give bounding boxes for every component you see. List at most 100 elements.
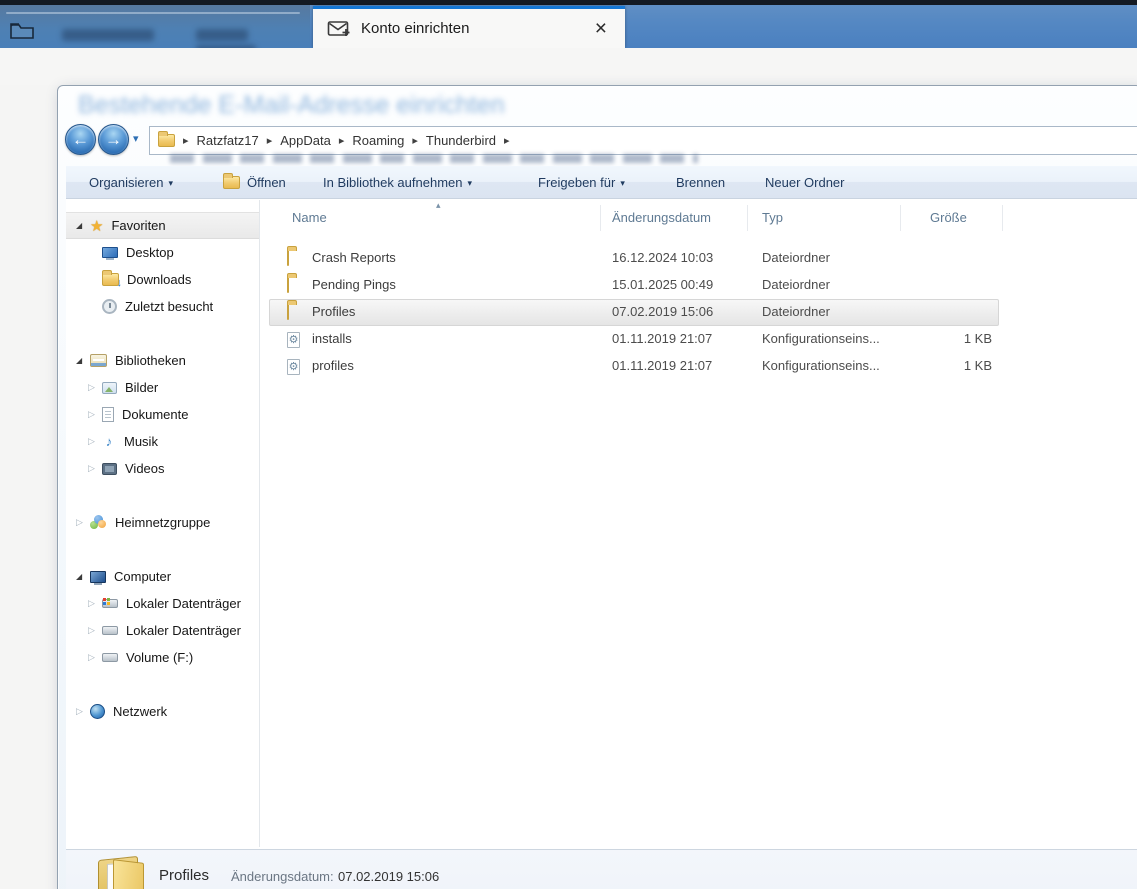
back-button[interactable]: ← [65, 124, 96, 155]
breadcrumb-separator-icon: ▸ [412, 135, 418, 147]
column-header-type[interactable]: Typ [762, 210, 783, 225]
sort-caret-icon: ▴ [436, 200, 441, 210]
file-row-crash-reports[interactable]: Crash Reports 16.12.2024 10:03 Dateiordn… [261, 245, 1137, 272]
breadcrumb-segment[interactable]: Roaming [352, 133, 404, 148]
column-header-date[interactable]: Änderungsdatum [612, 210, 711, 225]
explorer-window: Bestehende E-Mail-Adresse einrichten ← →… [57, 85, 1137, 889]
sidebar-item-favoriten[interactable]: ◢ ★ Favoriten [66, 212, 259, 239]
breadcrumb-separator-icon: ▸ [504, 135, 510, 147]
expander-icon[interactable]: ◢ [76, 356, 90, 365]
forward-button[interactable]: → [98, 124, 129, 155]
organize-button[interactable]: Organisieren ▾ [89, 166, 173, 198]
tab-konto-einrichten[interactable]: Konto einrichten × [313, 6, 625, 48]
sidebar-item-dokumente[interactable]: ▷ Dokumente [66, 401, 259, 428]
downloads-folder-icon: ↓ [102, 270, 122, 289]
folder-icon [287, 249, 289, 266]
recent-places-icon [102, 299, 117, 314]
file-row-profiles-ini[interactable]: ⚙ profiles 01.11.2019 21:07 Konfiguratio… [261, 353, 1137, 380]
close-icon[interactable]: × [587, 18, 615, 39]
libraries-icon [90, 354, 107, 367]
mail-plus-icon [327, 20, 350, 36]
sidebar-item-zuletzt-besucht[interactable]: Zuletzt besucht [66, 293, 259, 320]
file-row-pending-pings[interactable]: Pending Pings 15.01.2025 00:49 Dateiordn… [261, 272, 1137, 299]
sidebar-item-volume-f[interactable]: ▷ Volume (F:) [66, 644, 259, 671]
sidebar-item-computer[interactable]: ◢ Computer [66, 563, 259, 590]
file-list: ▴ Name Änderungsdatum Typ Größe Crash Re… [261, 200, 1137, 847]
expander-icon[interactable]: ▷ [88, 652, 102, 663]
include-in-library-button[interactable]: In Bibliothek aufnehmen ▾ [323, 166, 472, 198]
folder-outline-icon [10, 23, 34, 39]
dropdown-caret-icon: ▾ [168, 177, 173, 188]
new-folder-button[interactable]: Neuer Ordner [765, 166, 844, 198]
explorer-content: Organisieren ▾ Öffnen In Bibliothek aufn… [66, 166, 1137, 889]
burn-button[interactable]: Brennen [676, 166, 725, 198]
expander-icon[interactable]: ◢ [76, 572, 90, 581]
sidebar-item-videos[interactable]: ▷ Videos [66, 455, 259, 482]
sidebar-item-lokaler-datentraeger-d[interactable]: ▷ Lokaler Datenträger [66, 617, 259, 644]
expander-icon[interactable]: ▷ [88, 436, 102, 447]
videos-library-icon [102, 462, 117, 475]
glass-bleed-heading: Bestehende E-Mail-Adresse einrichten [78, 91, 505, 119]
navigation-pane: ◢ ★ Favoriten Desktop ↓ Downloads Zuletz… [66, 200, 260, 847]
expander-icon[interactable]: ▷ [88, 598, 102, 609]
network-icon [90, 704, 105, 719]
breadcrumb-segment[interactable]: AppData [280, 133, 331, 148]
breadcrumb-segment[interactable]: Thunderbird [426, 133, 496, 148]
open-button[interactable]: Öffnen [223, 166, 286, 198]
expander-icon[interactable]: ▷ [76, 706, 90, 717]
breadcrumb-segment[interactable]: Ratzfatz17 [197, 133, 259, 148]
expander-icon[interactable]: ▷ [88, 463, 102, 474]
sidebar-item-bilder[interactable]: ▷ Bilder [66, 374, 259, 401]
navigation-buttons: ← → ▾ [65, 124, 151, 156]
details-title: Profiles [159, 867, 210, 884]
main-area: ◢ ★ Favoriten Desktop ↓ Downloads Zuletz… [66, 200, 1137, 847]
dropdown-caret-icon: ▾ [620, 177, 625, 188]
location-folder-icon [158, 131, 175, 147]
drive-icon [102, 653, 118, 662]
homegroup-icon [90, 515, 107, 530]
sidebar-item-musik[interactable]: ▷ ♪ Musik [66, 428, 259, 455]
command-toolbar: Organisieren ▾ Öffnen In Bibliothek aufn… [66, 166, 1137, 199]
expander-icon[interactable]: ▷ [88, 409, 102, 420]
column-header-size[interactable]: Größe [930, 210, 967, 225]
system-drive-icon [102, 598, 118, 608]
sidebar-item-heimnetzgruppe[interactable]: ▷ Heimnetzgruppe [66, 509, 259, 536]
column-headers: ▴ Name Änderungsdatum Typ Größe [261, 200, 1137, 235]
column-divider [600, 205, 601, 231]
tab-label: Konto einrichten [361, 20, 470, 37]
blurred-text [62, 29, 154, 41]
sidebar-item-lokaler-datentraeger-c[interactable]: ▷ Lokaler Datenträger [66, 590, 259, 617]
blurred-text [196, 29, 248, 41]
config-file-icon: ⚙ [287, 358, 300, 375]
config-file-icon: ⚙ [287, 331, 300, 348]
screen: Konto einrichten × Bestehende E-Mail-Adr… [0, 0, 1137, 889]
computer-icon [90, 570, 106, 585]
expander-icon[interactable]: ◢ [76, 221, 90, 230]
breadcrumb-separator-icon: ▸ [183, 135, 189, 147]
recent-pages-dropdown-icon[interactable]: ▾ [133, 132, 139, 145]
sidebar-item-netzwerk[interactable]: ▷ Netzwerk [66, 698, 259, 725]
details-date-label: Änderungsdatum: [231, 869, 334, 884]
sidebar-item-desktop[interactable]: Desktop [66, 239, 259, 266]
desktop-icon [102, 247, 118, 260]
sidebar-item-bibliotheken[interactable]: ◢ Bibliotheken [66, 347, 259, 374]
background-app-area [0, 48, 1137, 85]
breadcrumb-separator-icon: ▸ [338, 135, 345, 147]
folder-icon [287, 276, 289, 293]
music-library-icon: ♪ [105, 434, 113, 449]
expander-icon[interactable]: ▷ [76, 517, 90, 528]
details-pane: Profiles Änderungsdatum: 07.02.2019 15:0… [66, 849, 1137, 889]
column-header-name[interactable]: Name [292, 210, 327, 225]
selected-folder-large-icon [94, 855, 148, 889]
folder-icon [287, 303, 289, 320]
share-with-button[interactable]: Freigeben für ▾ [538, 166, 625, 198]
file-row-profiles-folder-selected[interactable]: Profiles 07.02.2019 15:06 Dateiordner [261, 299, 1137, 326]
address-bar[interactable]: ▸ Ratzfatz17 ▸ AppData ▸ Roaming ▸ Thund… [149, 126, 1137, 155]
sidebar-item-downloads[interactable]: ↓ Downloads [66, 266, 259, 293]
documents-library-icon [102, 407, 114, 422]
file-row-installs[interactable]: ⚙ installs 01.11.2019 21:07 Konfiguratio… [261, 326, 1137, 353]
expander-icon[interactable]: ▷ [88, 382, 102, 393]
column-divider [747, 205, 748, 231]
file-rows: Crash Reports 16.12.2024 10:03 Dateiordn… [261, 245, 1137, 380]
expander-icon[interactable]: ▷ [88, 625, 102, 636]
